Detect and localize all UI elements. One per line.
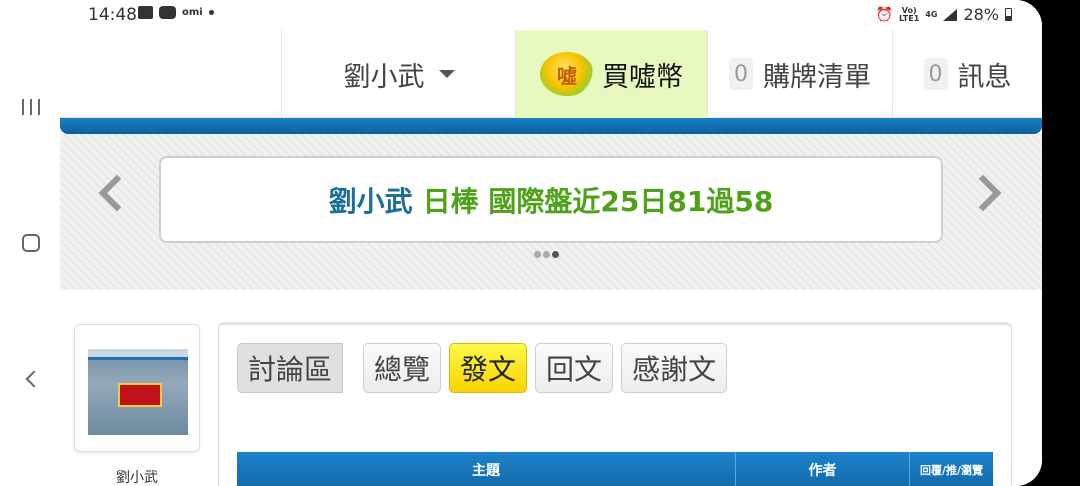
carousel-dot-active[interactable]: [552, 251, 559, 258]
header-accent-bar: [60, 118, 1042, 134]
battery-percent: 28%: [963, 5, 999, 24]
more-notifications-dot: [208, 10, 214, 15]
net-type-indicator: 4G: [925, 9, 938, 19]
recents-button[interactable]: [18, 94, 44, 120]
carousel-dot[interactable]: [534, 251, 541, 258]
carousel-dots: [534, 251, 559, 258]
posts-table-header: 主題 作者 回覆/推/瀏覽: [237, 452, 993, 486]
messages-label: 訊息: [957, 61, 1012, 93]
messages-count: 0: [923, 58, 948, 90]
home-button[interactable]: [18, 230, 44, 256]
banner-card[interactable]: 劉小武 日棒 國際盤近25日81過58: [159, 156, 943, 243]
phone-screen: 14:48 omi ⏰ Vo) LTE1 4G 28% 劉小武 噓 買噓幣 0 …: [0, 0, 1042, 486]
alarm-icon: ⏰: [875, 6, 894, 23]
status-bar: 14:48 omi ⏰ Vo) LTE1 4G 28%: [0, 0, 1042, 30]
tab-forum[interactable]: 討論區: [237, 343, 344, 393]
buy-coin-button[interactable]: 噓 買噓幣: [515, 30, 707, 118]
signal-icon: [943, 8, 958, 21]
forum-panel: 討論區 總覽 發文 回文 感謝文 主題 作者 回覆/推/瀏覽: [218, 322, 1012, 486]
user-menu-label: 劉小武: [343, 61, 425, 93]
cart-label: 購牌清單: [763, 61, 871, 93]
android-nav-rail: [0, 30, 60, 486]
banner-carousel: 劉小武 日棒 國際盤近25日81過58: [60, 134, 1042, 290]
profile-card[interactable]: [74, 324, 200, 452]
status-system-icons: ⏰ Vo) LTE1 4G 28%: [876, 5, 1012, 24]
messages-button[interactable]: 0 訊息: [892, 30, 1042, 118]
carousel-next-icon[interactable]: [964, 174, 1002, 212]
column-stats[interactable]: 回覆/推/瀏覽: [910, 452, 993, 486]
back-button[interactable]: [18, 366, 44, 392]
battery-icon: [1005, 8, 1012, 21]
banner-name: 劉小武: [328, 184, 413, 218]
profile-thumbnail: [88, 349, 188, 435]
carousel-prev-icon[interactable]: [98, 174, 136, 212]
device-edge: [1042, 0, 1080, 486]
volte-bottom: LTE1: [899, 13, 920, 23]
omi-label: omi: [182, 7, 203, 18]
caret-down-icon: [438, 70, 455, 78]
tab-posts[interactable]: 發文: [449, 343, 528, 393]
gallery-icon: [138, 6, 153, 19]
youtube-icon: [159, 6, 176, 19]
tab-replies[interactable]: 回文: [535, 343, 614, 393]
banner-text: 日棒 國際盤近25日81過58: [422, 184, 774, 218]
tab-thanks[interactable]: 感謝文: [621, 343, 728, 393]
forum-tabs: 討論區 總覽 發文 回文 感謝文: [237, 343, 728, 393]
column-author[interactable]: 作者: [736, 452, 910, 486]
column-subject[interactable]: 主題: [237, 452, 736, 486]
volte-indicator: Vo) LTE1: [899, 6, 920, 23]
carousel-dot[interactable]: [543, 251, 550, 258]
cart-count: 0: [729, 58, 753, 90]
profile-name[interactable]: 劉小武: [74, 467, 200, 486]
status-notification-icons: omi: [138, 6, 214, 19]
status-time: 14:48: [88, 5, 137, 25]
cart-button[interactable]: 0 購牌清單: [707, 30, 892, 118]
top-navigation: 劉小武 噓 買噓幣 0 購牌清單 0 訊息: [60, 30, 1042, 118]
user-menu[interactable]: 劉小武: [281, 30, 516, 118]
tab-overview[interactable]: 總覽: [363, 343, 442, 393]
web-content: 劉小武 噓 買噓幣 0 購牌清單 0 訊息 劉小武 日棒 國際盤近25日81過5…: [60, 30, 1042, 486]
buy-coin-label: 買噓幣: [602, 61, 683, 93]
coin-icon: 噓: [540, 52, 594, 96]
